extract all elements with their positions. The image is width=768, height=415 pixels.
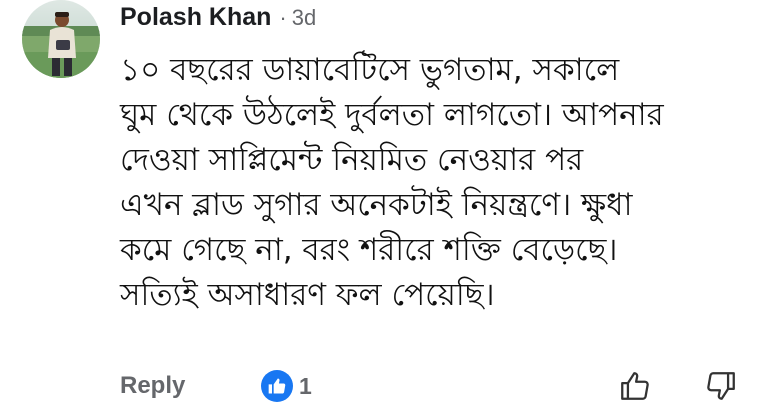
comment-line: এখন ব্লাড সুগার অনেকটাই নিয়ন্ত্রণে। ক্ষ… [120, 187, 633, 223]
comment-line: ১০ বছরের ডায়াবেটিসে ভুগতাম, সকালে [120, 52, 620, 88]
comment-line: দেওয়া সাপ্লিমেন্ট নিয়মিত নেওয়ার পর [120, 142, 584, 178]
comment-line: ঘুম থেকে উঠলেই দুর্বলতা লাগতো। আপনার [120, 97, 664, 133]
reaction-summary[interactable]: 1 [261, 370, 312, 402]
separator-dot: · [279, 5, 287, 30]
thumbs-down-outline-icon[interactable] [704, 369, 738, 403]
comment-line: কমে গেছে না, বরং শরীরে শক্তি বেড়েছে। [120, 232, 618, 268]
comment-header: Polash Khan · 3d [120, 3, 316, 33]
author-name[interactable]: Polash Khan [120, 3, 271, 32]
comment: Polash Khan · 3d ১০ বছরের ডায়াবেটিসে ভু… [0, 0, 768, 415]
comment-body: ১০ বছরের ডায়াবেটিসে ভুগতাম, সকালে ঘুম থ… [120, 48, 750, 318]
reply-button[interactable]: Reply [120, 372, 185, 400]
comment-line: সত্যিই অসাধারণ ফল পেয়েছি। [120, 277, 495, 313]
like-icon [261, 370, 293, 402]
reaction-count: 1 [299, 372, 312, 399]
avatar[interactable] [22, 0, 100, 78]
avatar-photo [22, 0, 100, 78]
thumbs-up-outline-icon[interactable] [618, 369, 652, 403]
timestamp[interactable]: 3d [292, 5, 316, 31]
